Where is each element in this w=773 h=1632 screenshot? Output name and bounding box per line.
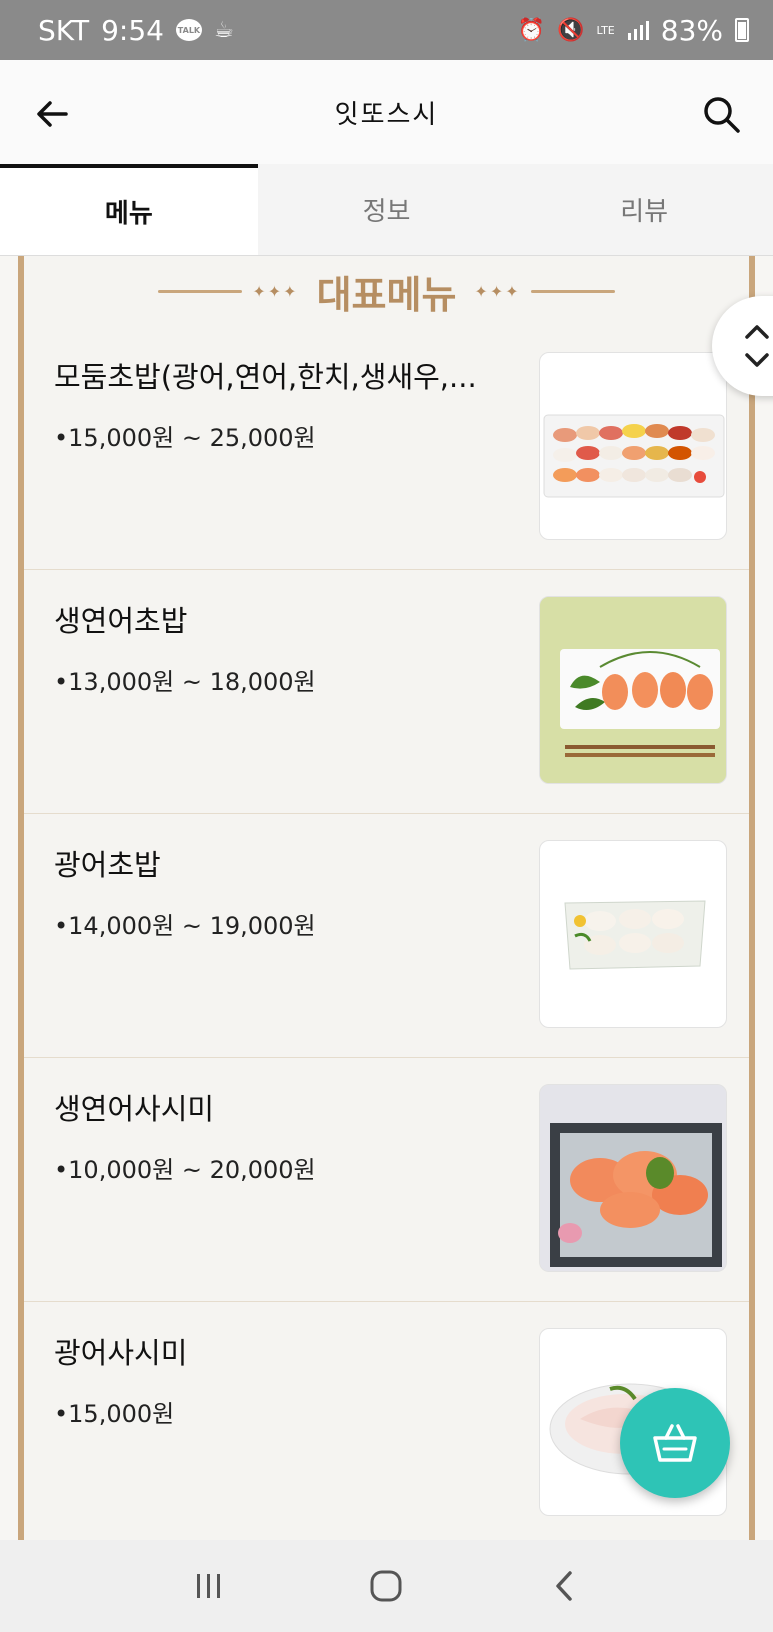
menu-item-name: 광어초밥 bbox=[54, 848, 161, 882]
tab-info[interactable]: 정보 bbox=[258, 164, 516, 255]
decor-line-left bbox=[158, 289, 243, 293]
chevron-down-icon bbox=[745, 353, 769, 367]
menu-item[interactable]: 생연어사시미 •10,000원 ~ 20,000원 bbox=[24, 1058, 749, 1302]
tab-reviews[interactable]: 리뷰 bbox=[515, 164, 773, 255]
talk-icon: TALK bbox=[175, 19, 202, 41]
page-title: 잇또스시 bbox=[334, 99, 439, 130]
menu-item-name: 생연어초밥 bbox=[54, 604, 188, 638]
menu-item[interactable]: 광어초밥 •14,000원 ~ 19,000원 bbox=[24, 814, 749, 1058]
search-icon bbox=[704, 97, 740, 133]
home-button[interactable] bbox=[356, 1556, 416, 1616]
menu-item[interactable]: 모둠초밥(광어,연어,한치,생새우,... •15,000원 ~ 25,000원 bbox=[24, 326, 749, 570]
system-nav-bar bbox=[0, 1540, 773, 1632]
status-bar: SKT 9:54 TALK ☕ ⏰ 🔇 LTE 83% bbox=[0, 0, 773, 60]
menu-item-image bbox=[539, 840, 727, 1028]
status-right: ⏰ 🔇 LTE 83% bbox=[518, 14, 749, 47]
menu-item-name: 광어사시미 bbox=[54, 1336, 188, 1370]
chevron-up-icon bbox=[745, 325, 769, 339]
menu-item-name: 생연어사시미 bbox=[54, 1092, 215, 1126]
basket-icon bbox=[653, 1424, 697, 1462]
alarm-icon: ⏰ bbox=[517, 17, 546, 43]
tab-bar: 메뉴 정보 리뷰 bbox=[0, 164, 773, 256]
menu-item-image bbox=[539, 352, 727, 540]
lte-label: LTE bbox=[596, 23, 615, 37]
nav-back-icon bbox=[556, 1571, 572, 1601]
cup-icon: ☕ bbox=[213, 17, 234, 43]
menu-item-name: 모둠초밥(광어,연어,한치,생새우,... bbox=[54, 360, 477, 394]
decor-dots-right: ✦✦✦ bbox=[474, 281, 521, 301]
decor-line-right bbox=[530, 289, 615, 293]
mute-icon: 🔇 bbox=[557, 17, 585, 43]
back-arrow-icon bbox=[37, 101, 68, 127]
clock: 9:54 bbox=[101, 13, 164, 47]
carrier-label: SKT bbox=[38, 13, 90, 47]
back-button[interactable] bbox=[32, 94, 72, 134]
battery-icon bbox=[735, 18, 749, 42]
signal-icon bbox=[627, 21, 649, 40]
tab-menu[interactable]: 메뉴 bbox=[0, 164, 258, 255]
battery-percent: 83% bbox=[660, 13, 723, 47]
cart-button[interactable] bbox=[620, 1388, 730, 1498]
decor-dots-left: ✦✦✦ bbox=[252, 281, 299, 301]
recent-apps-button[interactable] bbox=[179, 1556, 239, 1616]
search-button[interactable] bbox=[701, 94, 743, 136]
menu-item[interactable]: 생연어초밥 •13,000원 ~ 18,000원 bbox=[24, 570, 749, 814]
app-header: 잇또스시 bbox=[0, 60, 773, 164]
menu-item-image bbox=[539, 1084, 727, 1272]
system-back-button[interactable] bbox=[534, 1556, 594, 1616]
recent-apps-icon bbox=[196, 1574, 220, 1598]
home-icon bbox=[370, 1570, 402, 1602]
status-left: SKT 9:54 TALK ☕ bbox=[38, 14, 234, 47]
section-header: ✦✦✦ 대표메뉴 ✦✦✦ bbox=[24, 256, 749, 326]
menu-content: ✦✦✦ 대표메뉴 ✦✦✦ 모둠초밥(광어,연어,한치,생새우,... •15,0… bbox=[18, 256, 755, 1540]
menu-item-image bbox=[539, 596, 727, 784]
section-title: 대표메뉴 bbox=[316, 272, 457, 317]
